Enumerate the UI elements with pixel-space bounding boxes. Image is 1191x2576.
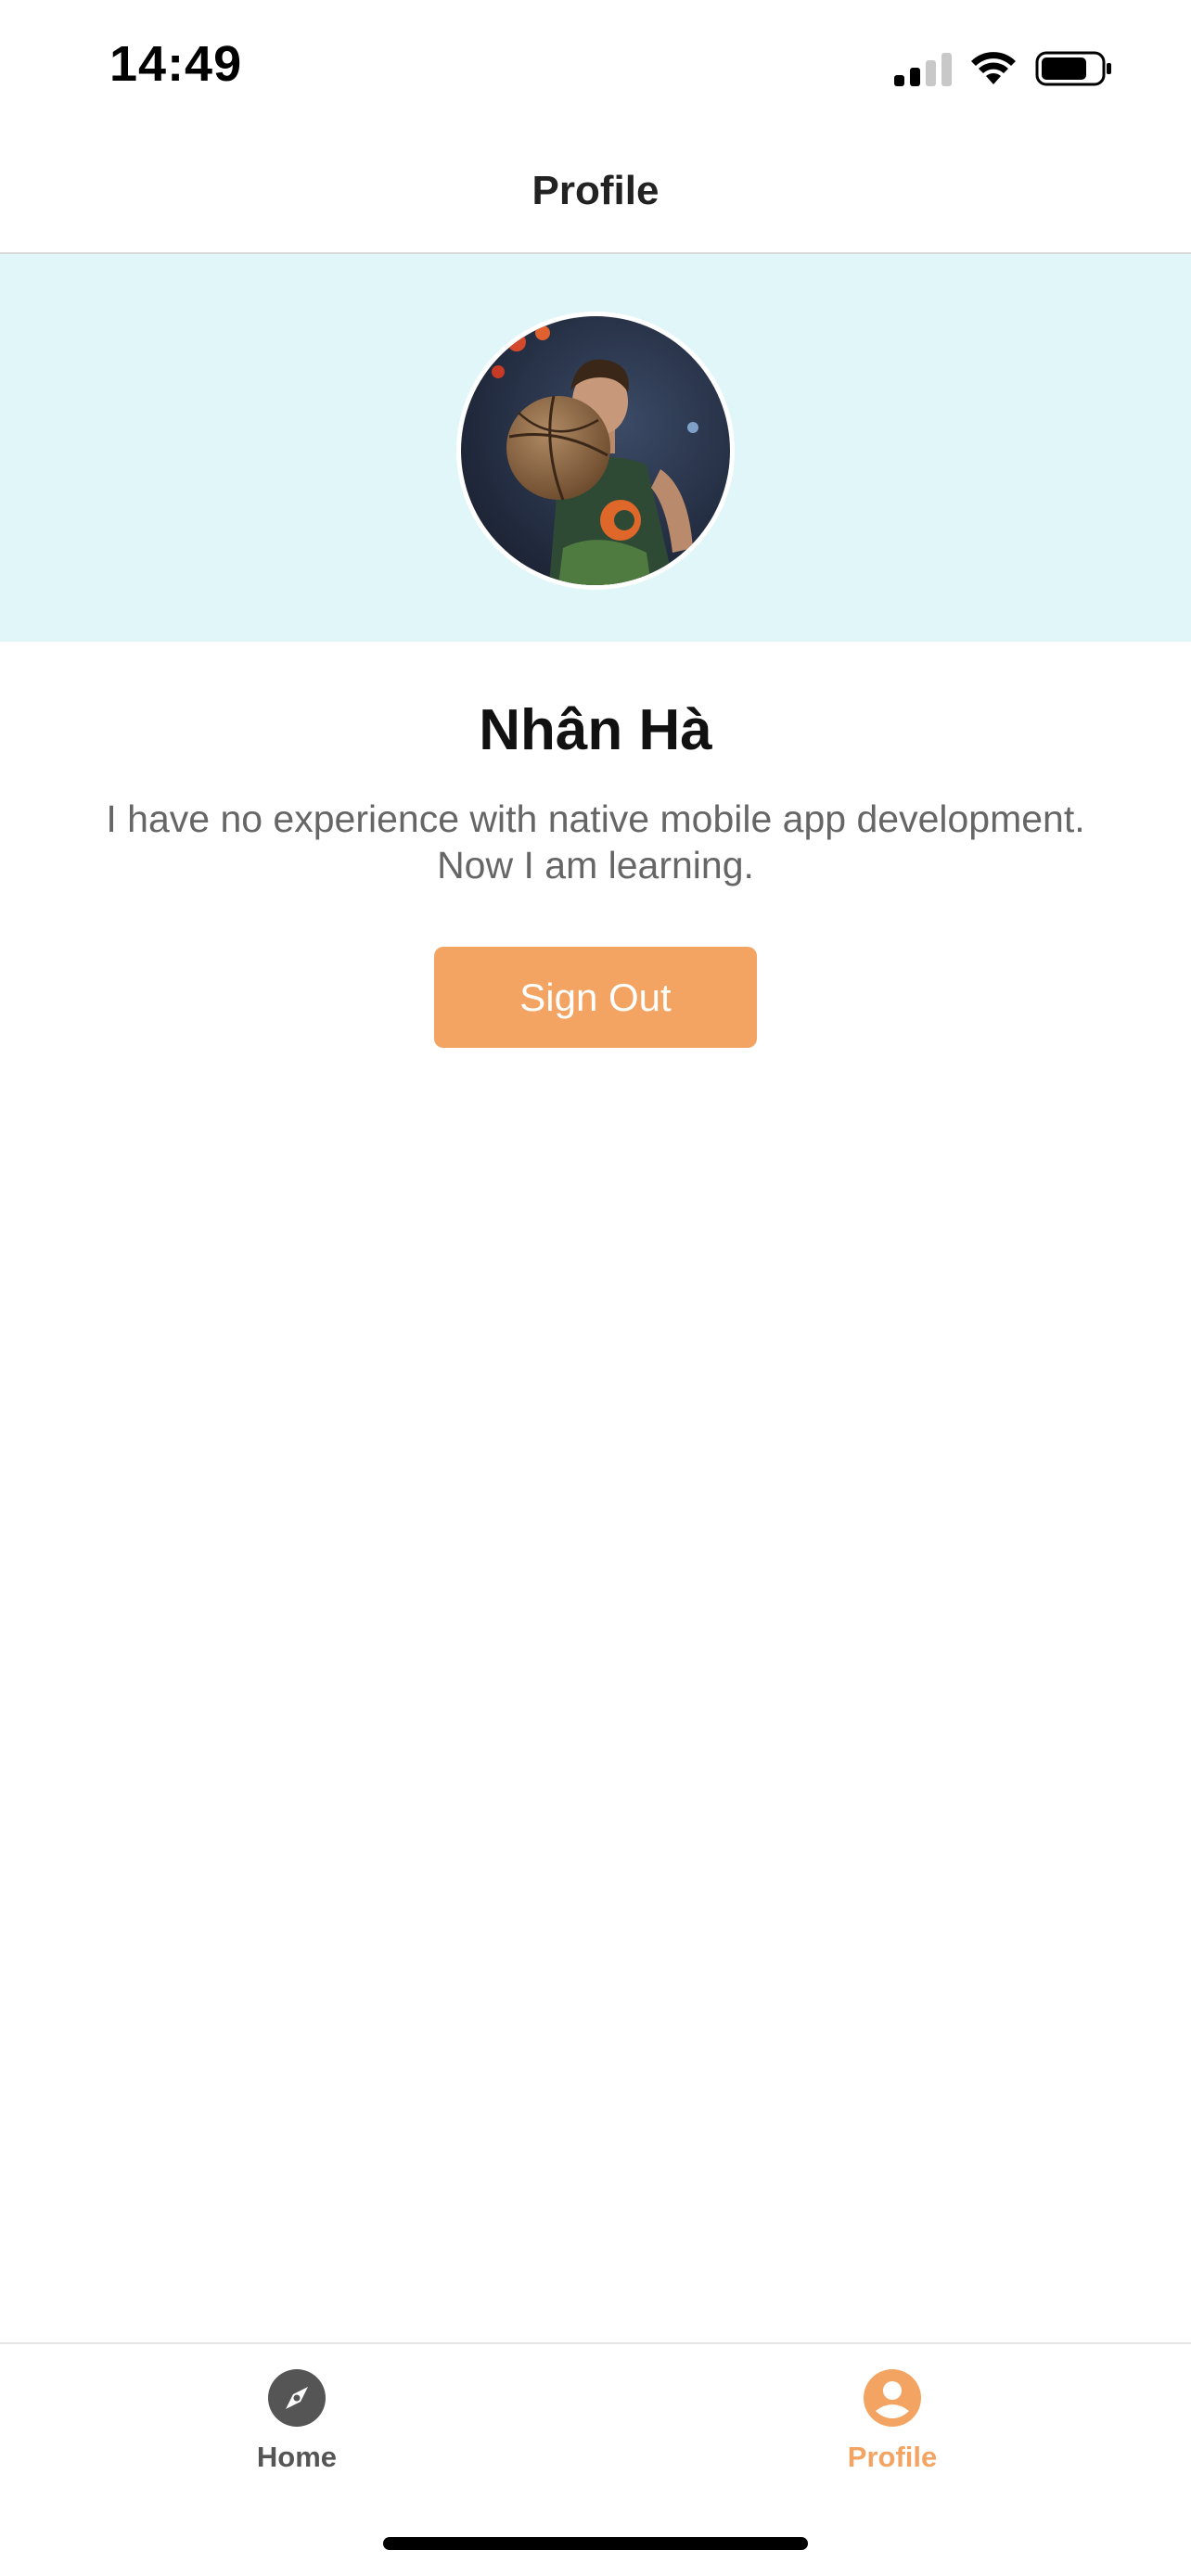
tab-profile[interactable]: Profile [753, 2368, 1031, 2498]
compass-icon [268, 2369, 326, 2427]
battery-icon [1035, 51, 1111, 86]
status-time: 14:49 [109, 36, 243, 92]
status-bar: 14:49 [0, 0, 1191, 130]
sign-out-button[interactable]: Sign Out [434, 947, 757, 1048]
bio-line: I have no experience with native mobile … [106, 797, 1085, 840]
avatar-photo [461, 316, 730, 585]
home-indicator [383, 2537, 808, 2550]
nav-header: Profile [0, 130, 1191, 254]
tab-profile-label: Profile [847, 2441, 938, 2473]
page-title: Profile [531, 168, 660, 213]
profile-cover [0, 254, 1191, 642]
user-circle-icon [864, 2369, 921, 2427]
avatar [456, 312, 735, 590]
tab-home[interactable]: Home [158, 2368, 436, 2498]
cellular-signal-icon [894, 51, 952, 86]
bio-line: Now I am learning. [437, 844, 754, 886]
wifi-icon [971, 52, 1016, 84]
profile-name: Nhân Hà [479, 698, 712, 762]
tab-home-label: Home [256, 2441, 338, 2473]
status-icons [894, 48, 1113, 89]
profile-bio: I have no experience with native mobile … [56, 796, 1135, 888]
